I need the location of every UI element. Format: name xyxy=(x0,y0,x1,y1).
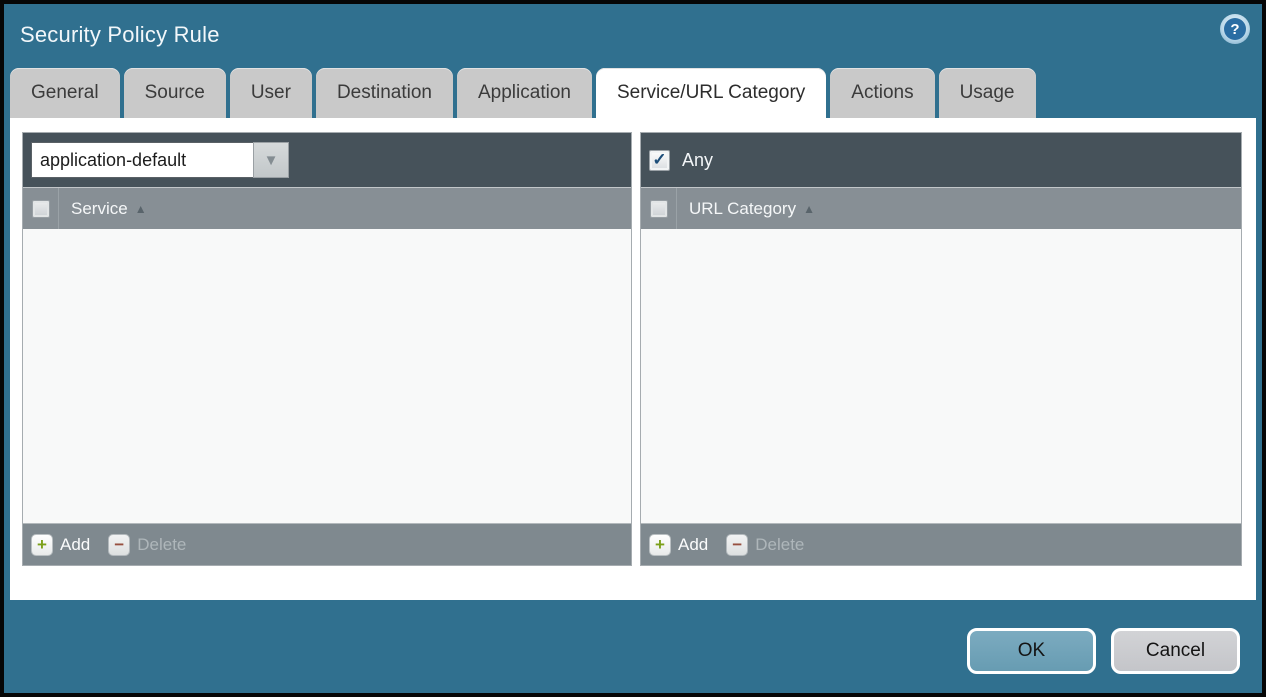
service-select-all-checkbox[interactable] xyxy=(32,200,50,218)
help-button[interactable]: ? xyxy=(1220,14,1250,44)
delete-icon: − xyxy=(732,536,742,553)
url-category-add-label: Add xyxy=(678,535,708,555)
title-bar: Security Policy Rule ? xyxy=(4,4,1262,66)
url-category-table-header: URL Category ▲ xyxy=(641,187,1241,229)
service-table-footer: + Add − Delete xyxy=(23,523,631,565)
url-category-table-body[interactable] xyxy=(641,229,1241,523)
tab-user[interactable]: User xyxy=(230,68,312,118)
checkmark-icon: ✓ xyxy=(652,151,666,168)
dialog-title: Security Policy Rule xyxy=(20,22,220,48)
tab-general[interactable]: General xyxy=(10,68,120,118)
tab-usage[interactable]: Usage xyxy=(939,68,1036,118)
tab-content: ▼ Service ▲ + Add − Delete xyxy=(10,118,1256,600)
service-panel: ▼ Service ▲ + Add − Delete xyxy=(22,132,632,566)
service-delete-label: Delete xyxy=(137,535,186,555)
service-delete-button[interactable]: − Delete xyxy=(108,534,186,556)
chevron-down-icon: ▼ xyxy=(264,152,279,169)
dialog-button-row: OK Cancel xyxy=(967,628,1240,674)
service-type-dropdown-button[interactable]: ▼ xyxy=(253,142,289,178)
service-column-header[interactable]: Service xyxy=(71,199,128,219)
tab-service-url-category[interactable]: Service/URL Category xyxy=(596,68,826,118)
security-policy-rule-dialog: Security Policy Rule ? General Source Us… xyxy=(0,0,1266,697)
service-toolbar: ▼ xyxy=(23,133,631,187)
tab-destination[interactable]: Destination xyxy=(316,68,453,118)
url-category-column-header[interactable]: URL Category xyxy=(689,199,796,219)
url-category-toolbar: ✓ Any xyxy=(641,133,1241,187)
tab-source[interactable]: Source xyxy=(124,68,226,118)
tab-strip: General Source User Destination Applicat… xyxy=(10,68,1256,118)
service-select-all-cell xyxy=(23,188,59,229)
url-category-delete-label: Delete xyxy=(755,535,804,555)
help-icon: ? xyxy=(1224,18,1246,40)
ok-button[interactable]: OK xyxy=(967,628,1096,674)
service-type-input[interactable] xyxy=(31,142,253,178)
url-category-table-footer: + Add − Delete xyxy=(641,523,1241,565)
tab-application[interactable]: Application xyxy=(457,68,592,118)
cancel-button[interactable]: Cancel xyxy=(1111,628,1240,674)
url-category-add-button[interactable]: + Add xyxy=(649,534,708,556)
service-table-body[interactable] xyxy=(23,229,631,523)
service-add-label: Add xyxy=(60,535,90,555)
any-checkbox[interactable]: ✓ xyxy=(649,150,670,171)
service-add-button[interactable]: + Add xyxy=(31,534,90,556)
sort-asc-icon: ▲ xyxy=(803,202,815,216)
add-icon: + xyxy=(37,536,47,553)
url-category-select-all-cell xyxy=(641,188,677,229)
delete-icon: − xyxy=(114,536,124,553)
sort-asc-icon: ▲ xyxy=(135,202,147,216)
service-table-header: Service ▲ xyxy=(23,187,631,229)
service-type-combobox: ▼ xyxy=(31,142,289,178)
url-category-delete-button[interactable]: − Delete xyxy=(726,534,804,556)
add-icon: + xyxy=(655,536,665,553)
url-category-select-all-checkbox[interactable] xyxy=(650,200,668,218)
tab-actions[interactable]: Actions xyxy=(830,68,934,118)
any-label: Any xyxy=(682,150,713,171)
url-category-panel: ✓ Any URL Category ▲ + Add − xyxy=(640,132,1242,566)
